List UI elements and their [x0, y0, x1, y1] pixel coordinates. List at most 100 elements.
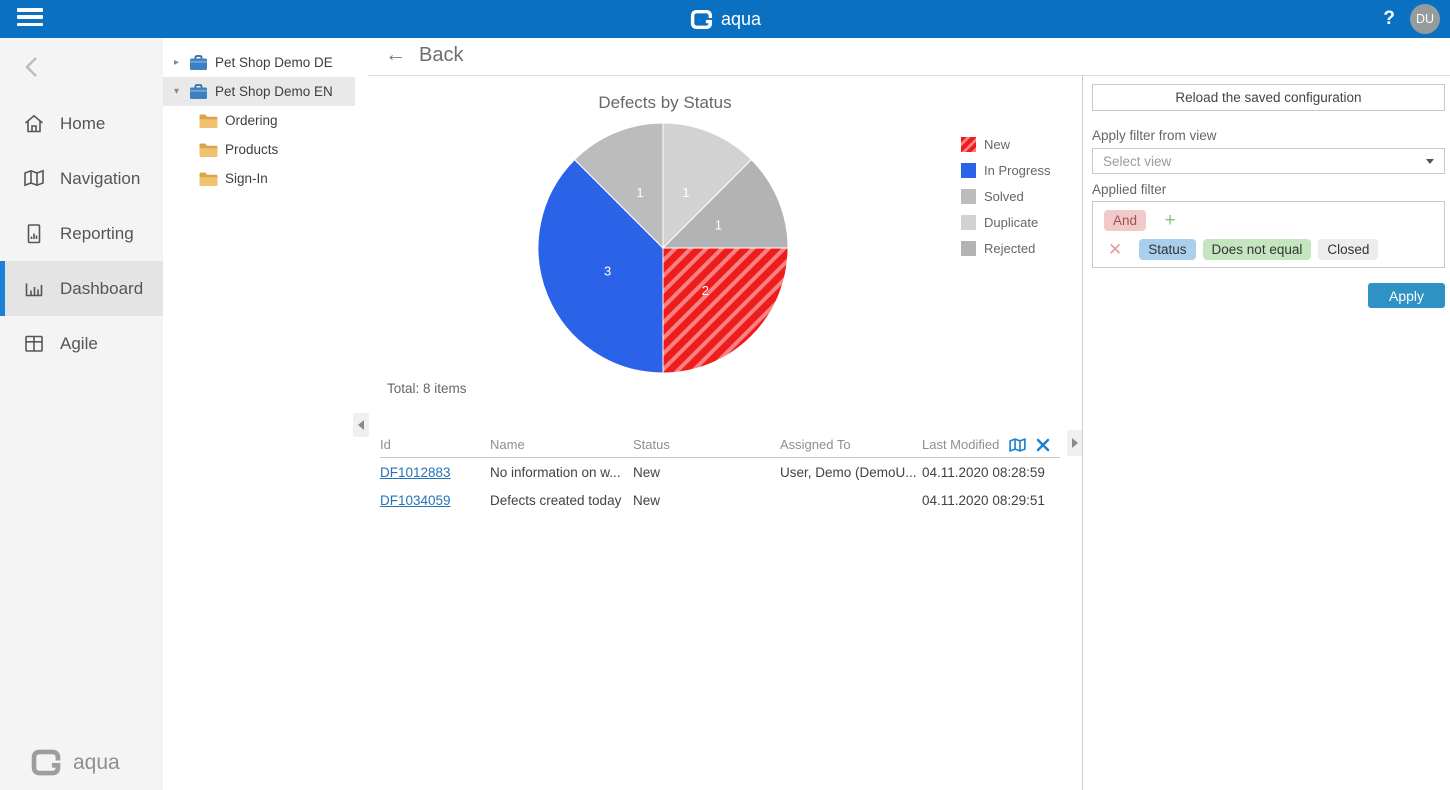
back-arrow-icon: ←	[385, 43, 406, 67]
sidebar-item-navigation[interactable]: Navigation	[0, 151, 163, 206]
legend-item-solved[interactable]: Solved	[961, 189, 1050, 204]
legend-label: Duplicate	[984, 215, 1038, 230]
column-header-label: Last Modified	[922, 437, 999, 452]
total-items-label: Total: 8 items	[387, 381, 467, 396]
chevron-down-icon	[1426, 159, 1434, 164]
briefcase-icon	[188, 54, 209, 72]
defect-assigned-to: User, Demo (DemoU...	[780, 465, 922, 480]
legend-item-new[interactable]: New	[961, 137, 1050, 152]
aqua-logo-icon	[689, 8, 714, 31]
chart-legend: New In Progress Solved Duplicate Rejecte…	[961, 137, 1050, 267]
help-button[interactable]: ?	[1383, 8, 1395, 30]
tree-item-pet-shop-demo-en[interactable]: ▾ Pet Shop Demo EN	[163, 77, 355, 106]
defects-table: Id Name Status Assigned To Last Modified…	[380, 432, 1060, 514]
tree-item-label: Pet Shop Demo DE	[215, 55, 333, 70]
sidebar-item-label: Reporting	[60, 224, 134, 244]
project-tree: ▸ Pet Shop Demo DE ▾ Pet Shop Demo EN	[163, 38, 370, 790]
table-row[interactable]: DF1034059 Defects created today New 04.1…	[380, 486, 1060, 514]
applied-filter-label: Applied filter	[1092, 182, 1166, 197]
pie-slice-value: 1	[715, 218, 722, 233]
sidebar-item-reporting[interactable]: Reporting	[0, 206, 163, 261]
apply-filter-from-view-label: Apply filter from view	[1092, 128, 1217, 143]
folder-icon	[198, 113, 219, 129]
applied-filter-box: And + ✕ Status Does not equal Closed	[1092, 201, 1445, 268]
filter-operator-chip[interactable]: Does not equal	[1203, 239, 1312, 260]
top-bar: aqua ? DU	[0, 0, 1450, 38]
column-header-status[interactable]: Status	[633, 437, 780, 452]
select-view-dropdown[interactable]: Select view	[1092, 148, 1445, 174]
table-row[interactable]: DF1012883 No information on w... New Use…	[380, 458, 1060, 486]
sidebar: Home Navigation Reporting	[0, 38, 163, 790]
defect-status: New	[633, 465, 780, 480]
bar-chart-icon	[22, 277, 46, 301]
sidebar-item-home[interactable]: Home	[0, 96, 163, 151]
sidebar-item-agile[interactable]: Agile	[0, 316, 163, 371]
remove-condition-icon[interactable]: ✕	[1108, 240, 1122, 260]
footer-brand-name: aqua	[73, 751, 120, 775]
sidebar-item-dashboard[interactable]: Dashboard	[0, 261, 163, 316]
filter-field-chip[interactable]: Status	[1139, 239, 1195, 260]
column-header-name[interactable]: Name	[490, 437, 633, 452]
legend-swatch	[961, 189, 976, 204]
folder-icon	[198, 142, 219, 158]
tree-item-label: Sign-In	[225, 171, 268, 186]
footer-logo: aqua	[28, 747, 120, 778]
pie-slice-value: 3	[604, 264, 611, 279]
caret-collapsed-icon[interactable]: ▸	[171, 57, 182, 68]
collapse-sidebar-button[interactable]	[22, 54, 46, 80]
pie-slice-value: 1	[636, 185, 643, 200]
select-view-placeholder: Select view	[1103, 154, 1171, 169]
back-button[interactable]: ← Back	[385, 43, 463, 67]
report-icon	[22, 222, 46, 246]
defect-id-link[interactable]: DF1034059	[380, 493, 451, 508]
home-icon	[22, 112, 46, 136]
tree-item-pet-shop-demo-de[interactable]: ▸ Pet Shop Demo DE	[163, 48, 355, 77]
folder-icon	[198, 171, 219, 187]
table-header-row: Id Name Status Assigned To Last Modified	[380, 432, 1060, 458]
scroll-right-button[interactable]	[1067, 430, 1082, 456]
pie-slice-new[interactable]	[663, 248, 788, 373]
sidebar-item-label: Home	[60, 114, 105, 134]
column-header-id[interactable]: Id	[380, 437, 490, 452]
column-header-assigned-to[interactable]: Assigned To	[780, 437, 922, 452]
defect-last-modified: 04.11.2020 08:28:59	[922, 465, 1060, 480]
tree-item-label: Ordering	[225, 113, 278, 128]
briefcase-icon	[188, 83, 209, 101]
avatar[interactable]: DU	[1410, 4, 1440, 34]
app-logo: aqua	[689, 0, 761, 38]
legend-item-duplicate[interactable]: Duplicate	[961, 215, 1050, 230]
filter-value-chip[interactable]: Closed	[1318, 239, 1378, 260]
arrow-right-icon	[1072, 438, 1078, 448]
legend-item-rejected[interactable]: Rejected	[961, 241, 1050, 256]
legend-swatch	[961, 215, 976, 230]
sidebar-item-label: Agile	[60, 334, 98, 354]
defect-last-modified: 04.11.2020 08:29:51	[922, 493, 1060, 508]
defects-pie-chart: 23111	[523, 108, 803, 388]
close-icon[interactable]	[1036, 438, 1050, 452]
legend-item-in-progress[interactable]: In Progress	[961, 163, 1050, 178]
scroll-left-button[interactable]	[353, 413, 369, 437]
aqua-logo-icon	[28, 747, 64, 778]
legend-label: New	[984, 137, 1010, 152]
defect-status: New	[633, 493, 780, 508]
filter-panel: Reload the saved configuration Apply fil…	[1083, 76, 1450, 790]
pie-slice-value: 2	[702, 283, 709, 298]
tree-item-products[interactable]: Products	[163, 135, 355, 164]
tree-item-ordering[interactable]: Ordering	[163, 106, 355, 135]
caret-expanded-icon[interactable]: ▾	[171, 86, 182, 97]
defect-id-link[interactable]: DF1012883	[380, 465, 451, 480]
back-label: Back	[419, 44, 463, 67]
add-condition-icon[interactable]: +	[1164, 210, 1175, 231]
column-header-last-modified[interactable]: Last Modified	[922, 436, 1060, 454]
tree-item-sign-in[interactable]: Sign-In	[163, 164, 355, 193]
reload-configuration-button[interactable]: Reload the saved configuration	[1092, 84, 1445, 111]
tree-item-label: Products	[225, 142, 278, 157]
apply-filter-button[interactable]: Apply	[1368, 283, 1445, 308]
legend-swatch	[961, 163, 976, 178]
legend-label: Solved	[984, 189, 1024, 204]
filter-group-operator-chip[interactable]: And	[1104, 210, 1146, 231]
defect-name: Defects created today	[490, 493, 633, 508]
menu-icon[interactable]	[17, 8, 45, 30]
sidebar-item-label: Navigation	[60, 169, 140, 189]
open-in-navigation-icon[interactable]	[1007, 436, 1028, 454]
